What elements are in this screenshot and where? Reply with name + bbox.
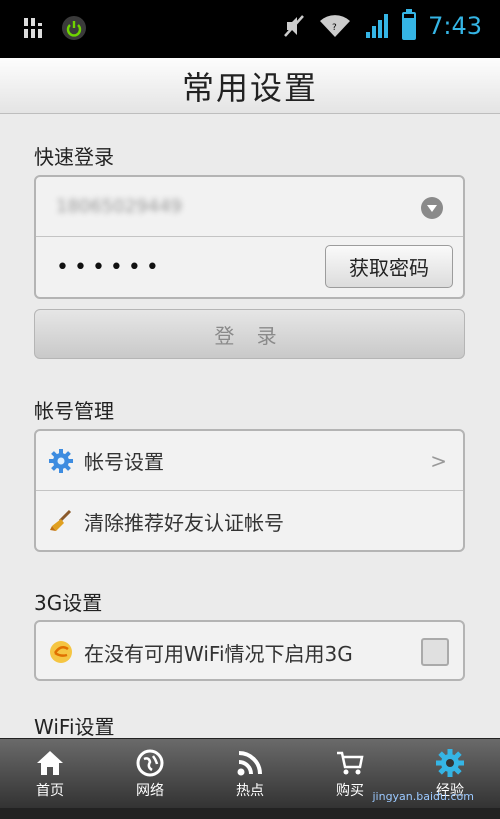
3g-settings-card: 在没有可用WiFi情况下启用3G bbox=[34, 620, 465, 681]
nav-hotspot[interactable]: 热点 bbox=[200, 739, 300, 808]
3g-option-row[interactable]: 在没有可用WiFi情况下启用3G bbox=[36, 622, 463, 679]
wifi-settings-label: WiFi设置 bbox=[34, 715, 115, 739]
password-input[interactable]: •••••• bbox=[56, 255, 164, 280]
account-input[interactable]: 18065029449 bbox=[56, 196, 182, 217]
get-password-button[interactable]: 获取密码 bbox=[325, 245, 453, 288]
title-bar: 常用设置 bbox=[0, 58, 500, 114]
home-icon bbox=[37, 750, 63, 775]
svg-text:?: ? bbox=[332, 23, 337, 33]
cart-icon bbox=[337, 751, 364, 774]
account-row[interactable]: 18065029449 bbox=[36, 177, 463, 237]
broom-icon bbox=[50, 509, 72, 531]
nav-home-label: 首页 bbox=[36, 782, 64, 799]
dropdown-arrow-icon[interactable] bbox=[421, 197, 443, 219]
wifi-icon: ? bbox=[320, 15, 351, 37]
bottom-strip bbox=[0, 808, 500, 819]
password-row[interactable]: •••••• 获取密码 bbox=[36, 237, 463, 297]
page-title: 常用设置 bbox=[181, 68, 318, 107]
3g-checkbox[interactable] bbox=[421, 638, 449, 666]
globe-icon bbox=[136, 749, 164, 776]
nav-home[interactable]: 首页 bbox=[0, 739, 100, 808]
gear-icon bbox=[436, 748, 464, 777]
clear-friend-auth-label: 清除推荐好友认证帐号 bbox=[84, 510, 284, 535]
status-bar: ? 7:43 bbox=[0, 0, 500, 58]
login-card: 18065029449 •••••• 获取密码 bbox=[34, 175, 465, 299]
3g-option-label: 在没有可用WiFi情况下启用3G bbox=[84, 641, 353, 666]
3g-settings-label: 3G设置 bbox=[34, 591, 103, 615]
mute-icon bbox=[284, 15, 305, 37]
signal-notification-icon bbox=[24, 18, 42, 38]
nav-hotspot-label: 热点 bbox=[236, 782, 264, 799]
rss-icon bbox=[237, 750, 262, 775]
clock: 7:43 bbox=[428, 12, 482, 40]
nav-network-label: 网络 bbox=[136, 782, 164, 799]
account-management-label: 帐号管理 bbox=[34, 399, 114, 423]
signal-wave-icon bbox=[50, 641, 72, 663]
account-management-card: 帐号设置 > 清除推荐好友认证帐号 bbox=[34, 429, 465, 552]
nav-network[interactable]: 网络 bbox=[100, 739, 200, 808]
nav-purchase-label: 购买 bbox=[336, 782, 364, 799]
cell-signal-icon bbox=[366, 14, 389, 38]
battery-icon bbox=[402, 9, 417, 40]
login-button[interactable]: 登 录 bbox=[34, 309, 465, 359]
account-settings-row[interactable]: 帐号设置 > bbox=[36, 431, 463, 491]
account-settings-label: 帐号设置 bbox=[84, 450, 164, 474]
gear-icon bbox=[49, 448, 73, 473]
quick-login-label: 快速登录 bbox=[34, 145, 114, 169]
watermark: jingyan.baidu.com bbox=[372, 790, 474, 803]
chevron-right-icon: > bbox=[430, 448, 447, 473]
clear-friend-auth-row[interactable]: 清除推荐好友认证帐号 bbox=[36, 491, 463, 550]
power-notification-icon bbox=[62, 16, 86, 40]
